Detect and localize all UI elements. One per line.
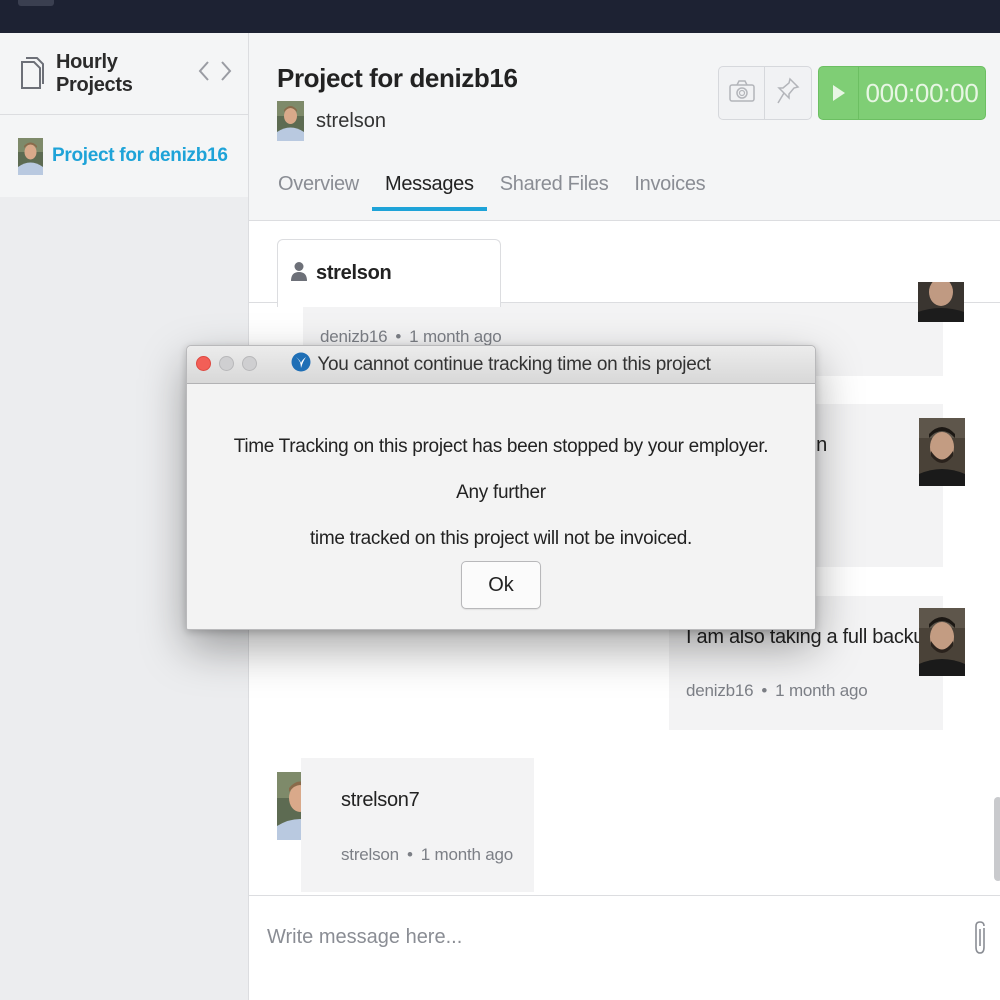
thread-contact-tab[interactable]: strelson: [277, 239, 501, 307]
sidebar-header: Hourly Projects: [0, 33, 248, 115]
document-icon: [18, 56, 44, 91]
sidebar-item-project[interactable]: Project for denizb16: [0, 115, 248, 197]
app-icon: [18, 0, 54, 6]
alert-dialog: You cannot continue tracking time on thi…: [186, 345, 816, 630]
chevron-right-icon[interactable]: [220, 60, 232, 88]
message-time: 1 month ago: [420, 845, 514, 864]
camera-icon: [728, 79, 755, 107]
memo-button[interactable]: [765, 66, 812, 120]
play-icon: [819, 67, 859, 119]
tracker-toolbar: 000:00:00: [718, 66, 986, 120]
avatar: [919, 608, 965, 676]
sidebar-item-label: Project for denizb16: [52, 145, 228, 166]
message-meta: denizb16 • 1 month ago: [686, 681, 868, 700]
dialog-message: Time Tracking on this project has been s…: [187, 384, 815, 562]
message-input[interactable]: [267, 926, 947, 949]
avatar: [919, 418, 965, 486]
message-meta: strelson • 1 month ago: [341, 845, 514, 864]
app-topbar: [0, 0, 1000, 33]
tab-invoices[interactable]: Invoices: [621, 161, 718, 211]
owner-name: strelson: [316, 109, 387, 132]
message-composer: [249, 895, 1000, 1000]
message-author: denizb16: [320, 327, 388, 346]
dialog-titlebar: You cannot continue tracking time on thi…: [187, 346, 815, 384]
close-button[interactable]: [196, 356, 211, 371]
dialog-title: You cannot continue tracking time on thi…: [317, 353, 711, 375]
pin-icon: [776, 77, 800, 110]
message-author: strelson: [341, 845, 399, 864]
app-logo-icon: [291, 352, 311, 377]
message-time: 1 month ago: [775, 681, 868, 700]
thread-contact-name: strelson: [316, 262, 392, 284]
sidebar-title: Hourly Projects: [56, 50, 133, 96]
project-tabs: Overview Messages Shared Files Invoices: [265, 161, 718, 211]
message: strelson7 strelson • 1 month ago: [301, 758, 534, 892]
page-title: Project for denizb16: [277, 63, 518, 93]
scrollbar[interactable]: [994, 797, 1000, 881]
message-author: denizb16: [686, 681, 754, 700]
tab-overview[interactable]: Overview: [265, 161, 372, 211]
tab-shared-files[interactable]: Shared Files: [487, 161, 622, 211]
tab-messages[interactable]: Messages: [371, 161, 487, 211]
message-text: strelson7: [341, 789, 420, 811]
timer-value: 000:00:00: [865, 77, 979, 108]
sidebar-nav: [198, 60, 232, 88]
ok-button[interactable]: Ok: [461, 561, 541, 609]
user-icon: [290, 261, 308, 286]
message-meta: denizb16 • 1 month ago: [320, 327, 502, 346]
avatar: [277, 101, 304, 141]
project-header: Project for denizb16 strelson 000:00:00 …: [249, 33, 1000, 221]
avatar: [18, 137, 43, 175]
dialog-message-line: Time Tracking on this project has been s…: [233, 436, 769, 503]
screenshot-button[interactable]: [718, 66, 765, 120]
maximize-button[interactable]: [242, 356, 257, 371]
message-time: 1 month ago: [409, 327, 502, 346]
avatar: [918, 278, 964, 322]
dialog-message-line: time tracked on this project will not be…: [309, 528, 693, 549]
chevron-left-icon[interactable]: [198, 60, 210, 88]
project-owner: strelson: [277, 101, 386, 141]
minimize-button[interactable]: [219, 356, 234, 371]
paperclip-icon[interactable]: [973, 920, 989, 961]
window-controls: [196, 356, 257, 371]
timer-button[interactable]: 000:00:00: [818, 66, 986, 120]
